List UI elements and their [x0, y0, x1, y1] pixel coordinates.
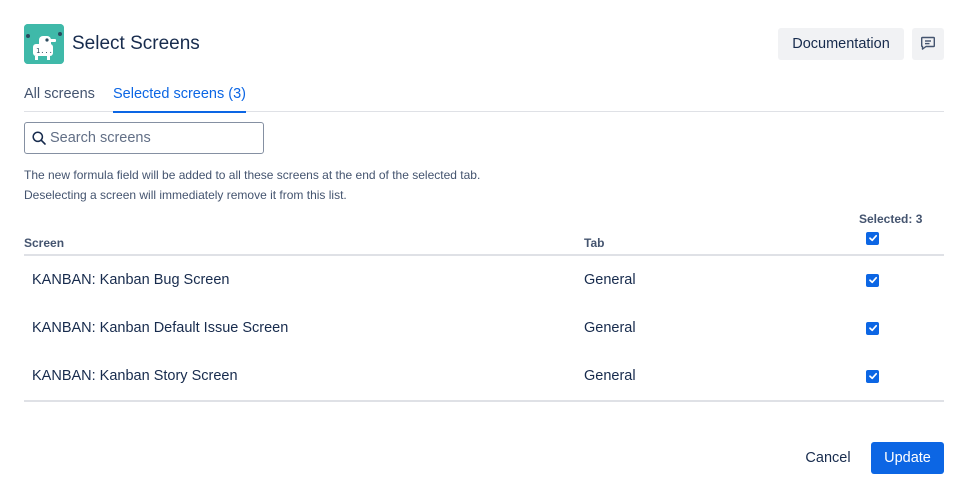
tab-all-screens[interactable]: All screens: [24, 86, 95, 112]
checkmark-icon: [868, 272, 878, 290]
table-header: Screen Tab: [24, 230, 944, 256]
selected-count-label: Selected: 3: [859, 212, 923, 226]
svg-text:1...: 1...: [36, 47, 53, 55]
table-divider: [24, 400, 944, 402]
checkmark-icon: [868, 320, 878, 338]
table-row: KANBAN: Kanban Default Issue Screen Gene…: [24, 304, 944, 352]
column-header-tab: Tab: [584, 236, 605, 250]
screen-tab: General: [584, 368, 636, 384]
select-all-checkbox[interactable]: [866, 232, 879, 245]
search-input[interactable]: [50, 123, 260, 153]
screen-tab: General: [584, 320, 636, 336]
row-checkbox[interactable]: [866, 322, 879, 335]
update-button[interactable]: Update: [871, 442, 944, 474]
documentation-button[interactable]: Documentation: [778, 28, 904, 60]
table-row: KANBAN: Kanban Story Screen General: [24, 352, 944, 400]
cancel-button[interactable]: Cancel: [794, 442, 862, 474]
screen-name: KANBAN: Kanban Bug Screen: [32, 272, 230, 288]
table-row: KANBAN: Kanban Bug Screen General: [24, 256, 944, 304]
checkmark-icon: [868, 230, 878, 248]
dialog-title: Select Screens: [72, 33, 200, 54]
row-checkbox[interactable]: [866, 274, 879, 287]
app-logo-icon: 1...: [24, 24, 64, 64]
screen-name: KANBAN: Kanban Default Issue Screen: [32, 320, 289, 336]
tab-selected-screens[interactable]: Selected screens (3): [113, 86, 246, 113]
screen-name: KANBAN: Kanban Story Screen: [32, 368, 238, 384]
screen-tab: General: [584, 272, 636, 288]
search-box: [24, 122, 264, 154]
row-checkbox[interactable]: [866, 370, 879, 383]
search-icon: [31, 130, 47, 146]
checkmark-icon: [868, 368, 878, 386]
column-header-screen: Screen: [24, 236, 65, 250]
description-line-2: Deselecting a screen will immediately re…: [24, 188, 347, 202]
select-screens-dialog: 1... Select Screens Documentation All sc…: [0, 0, 966, 498]
description-line-1: The new formula field will be added to a…: [24, 168, 481, 182]
tab-bar: All screens Selected screens (3): [24, 86, 944, 113]
comment-icon: [920, 35, 936, 54]
feedback-button[interactable]: [912, 28, 944, 60]
